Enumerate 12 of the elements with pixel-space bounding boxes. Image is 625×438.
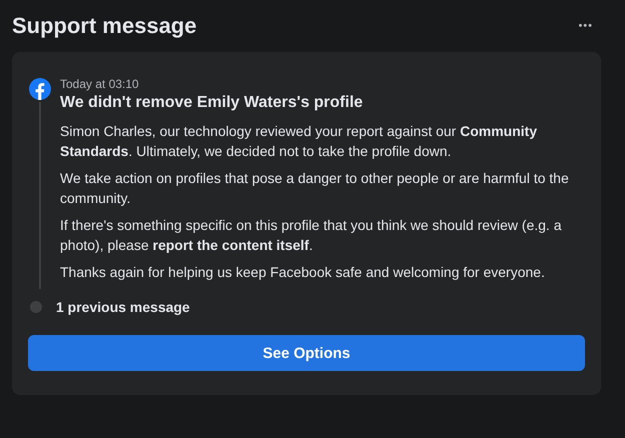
dot-icon bbox=[30, 301, 42, 313]
timestamp: Today at 03:10 bbox=[60, 76, 140, 92]
more-button[interactable]: ••• bbox=[578, 20, 601, 32]
message-paragraph: Thanks again for helping us keep Facebook safe and welcoming for everyone. bbox=[60, 263, 546, 282]
message-paragraph: If there's something specific on this profile that you think we should review (e.g. a photo), please report the content itself. bbox=[60, 216, 562, 255]
logo-icon bbox=[29, 78, 51, 100]
previous-message-link[interactable]: 1 previous message bbox=[56, 299, 190, 315]
message-heading: We didn't remove Emily Waters's profile bbox=[60, 93, 364, 113]
page-title: Support message bbox=[12, 13, 197, 39]
message-paragraph: Simon Charles, our technology reviewed your report against our Community Standards. Ultimately, we decided not to take the profile down. bbox=[60, 122, 538, 161]
see-options-button[interactable]: See Options bbox=[28, 335, 585, 371]
message-paragraph: We take action on profiles that pose a danger to other people or are harmful to the community. bbox=[60, 169, 570, 208]
